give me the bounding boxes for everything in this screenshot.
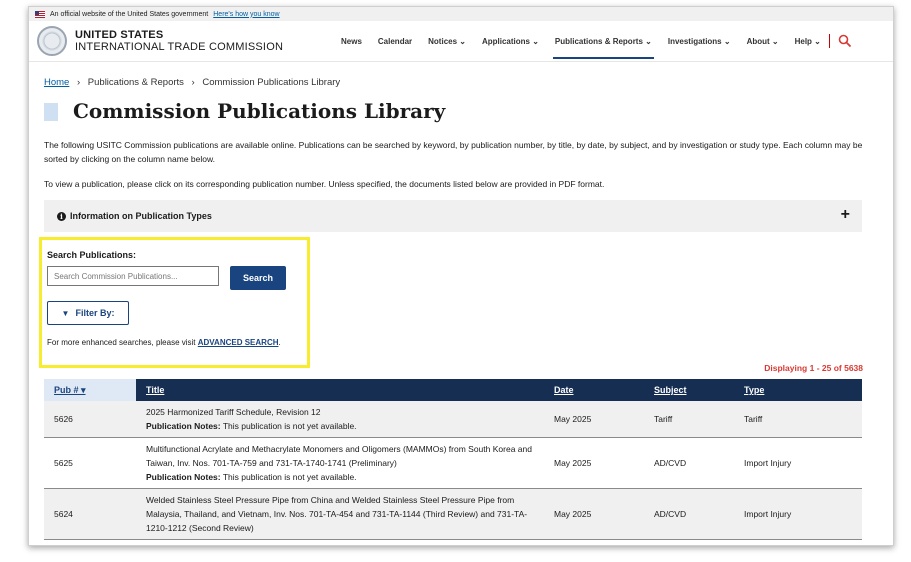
search-button[interactable]: Search — [230, 266, 286, 290]
advanced-search-link[interactable]: ADVANCED SEARCH — [198, 338, 279, 347]
title-cell: Multifunctional Acrylate and Methacrylat… — [136, 437, 544, 489]
breadcrumb-current: Commission Publications Library — [202, 77, 341, 88]
advanced-search-period: . — [278, 338, 281, 347]
nav-news[interactable]: News — [341, 21, 362, 61]
nav-calendar[interactable]: Calendar — [378, 21, 412, 61]
publication-notes: Publication Notes: This publication is n… — [146, 419, 534, 433]
info-icon: i — [57, 211, 66, 221]
brand-line1: UNITED STATES — [75, 29, 164, 41]
title-accent-bar — [44, 103, 58, 121]
search-input[interactable] — [47, 266, 219, 286]
column-date[interactable]: Date — [544, 379, 644, 401]
us-flag-icon — [35, 10, 45, 18]
table-row: 5625 Multifunctional Acrylate and Methac… — [44, 437, 862, 489]
expand-plus-icon[interactable]: + — [841, 206, 850, 224]
browser-page: An official website of the United States… — [28, 6, 894, 546]
nav-help[interactable]: Help ⌄ — [795, 21, 821, 61]
notes-text: This publication is not yet available. — [220, 472, 357, 482]
breadcrumb-separator: › — [76, 77, 81, 88]
breadcrumb-home[interactable]: Home — [44, 77, 69, 88]
title-cell: 2025 Harmonized Tariff Schedule, Revisio… — [136, 401, 544, 438]
subject-cell: Tariff — [644, 401, 734, 438]
gov-banner-text: An official website of the United States… — [50, 10, 209, 18]
advanced-search-hint: For more enhanced searches, please visit… — [47, 338, 281, 347]
instructions-text: To view a publication, please click on i… — [44, 179, 605, 189]
usitc-seal-logo[interactable] — [37, 26, 67, 56]
breadcrumb-separator: › — [191, 77, 195, 88]
filter-by-label: Filter By: — [75, 308, 115, 318]
column-pub-number[interactable]: Pub # ▾ — [44, 379, 136, 401]
type-cell: Tariff — [734, 401, 862, 438]
notes-label: Publication Notes: — [146, 472, 221, 482]
pub-number-link[interactable]: 5626 — [44, 401, 136, 438]
nav-about[interactable]: About ⌄ — [747, 21, 779, 61]
main-nav: News Calendar Notices ⌄ Applications ⌄ P… — [341, 21, 852, 61]
breadcrumb-publications[interactable]: Publications & Reports — [88, 77, 184, 88]
site-brand[interactable]: UNITED STATES INTERNATIONAL TRADE COMMIS… — [75, 29, 283, 53]
nav-publications-reports[interactable]: Publications & Reports ⌄ — [552, 21, 654, 61]
column-title[interactable]: Title — [136, 379, 544, 401]
column-subject[interactable]: Subject — [644, 379, 734, 401]
table-row: 5624 Welded Stainless Steel Pressure Pip… — [44, 488, 862, 540]
subject-cell: AD/CVD — [644, 437, 734, 489]
filter-funnel-icon: ▼ — [61, 308, 70, 318]
title-cell: Welded Stainless Steel Pressure Pipe fro… — [136, 488, 544, 540]
intro-text: The following USITC Commission publicati… — [44, 140, 863, 164]
date-cell: May 2025 — [544, 401, 644, 438]
page-title: Commission Publications Library — [73, 99, 446, 123]
breadcrumb: Home › Publications & Reports › Commissi… — [44, 77, 340, 88]
date-cell: May 2025 — [544, 488, 644, 540]
publication-types-accordion[interactable]: i Information on Publication Types + — [44, 200, 862, 232]
column-type[interactable]: Type — [734, 379, 862, 401]
search-label: Search Publications: — [47, 250, 137, 260]
heres-how-you-know-link[interactable]: Here's how you know — [213, 11, 279, 18]
search-icon[interactable] — [838, 34, 852, 48]
pub-number-link[interactable]: 5624 — [44, 488, 136, 540]
accordion-label: Information on Publication Types — [70, 211, 212, 221]
table-row: 5626 2025 Harmonized Tariff Schedule, Re… — [44, 401, 862, 438]
publication-title: Welded Stainless Steel Pressure Pipe fro… — [146, 495, 528, 533]
site-header: UNITED STATES INTERNATIONAL TRADE COMMIS… — [29, 21, 893, 62]
publication-title: Multifunctional Acrylate and Methacrylat… — [146, 444, 532, 468]
notes-label: Publication Notes: — [146, 421, 221, 431]
filter-by-button[interactable]: ▼ Filter By: — [47, 301, 129, 325]
results-count: Displaying 1 - 25 of 5638 — [764, 363, 863, 373]
publication-title: 2025 Harmonized Tariff Schedule, Revisio… — [146, 407, 321, 417]
brand-line2: INTERNATIONAL TRADE COMMISSION — [75, 41, 284, 53]
subject-cell: AD/CVD — [644, 488, 734, 540]
nav-investigations[interactable]: Investigations ⌄ — [668, 21, 731, 61]
nav-notices[interactable]: Notices ⌄ — [428, 21, 466, 61]
nav-applications[interactable]: Applications ⌄ — [482, 21, 539, 61]
pub-number-link[interactable]: 5625 — [44, 437, 136, 489]
type-cell: Import Injury — [734, 437, 862, 489]
table-header-row: Pub # ▾ Title Date Subject Type — [44, 379, 862, 401]
date-cell: May 2025 — [544, 437, 644, 489]
gov-banner: An official website of the United States… — [29, 7, 893, 21]
nav-divider — [828, 34, 830, 48]
advanced-search-text: For more enhanced searches, please visit — [47, 338, 198, 347]
notes-text: This publication is not yet available. — [220, 421, 357, 431]
search-panel-highlight: Search Publications: Search ▼ Filter By:… — [39, 237, 310, 368]
publications-table: Pub # ▾ Title Date Subject Type 5626 202… — [44, 379, 862, 540]
type-cell: Import Injury — [734, 488, 862, 540]
publication-notes: Publication Notes: This publication is n… — [146, 470, 534, 484]
